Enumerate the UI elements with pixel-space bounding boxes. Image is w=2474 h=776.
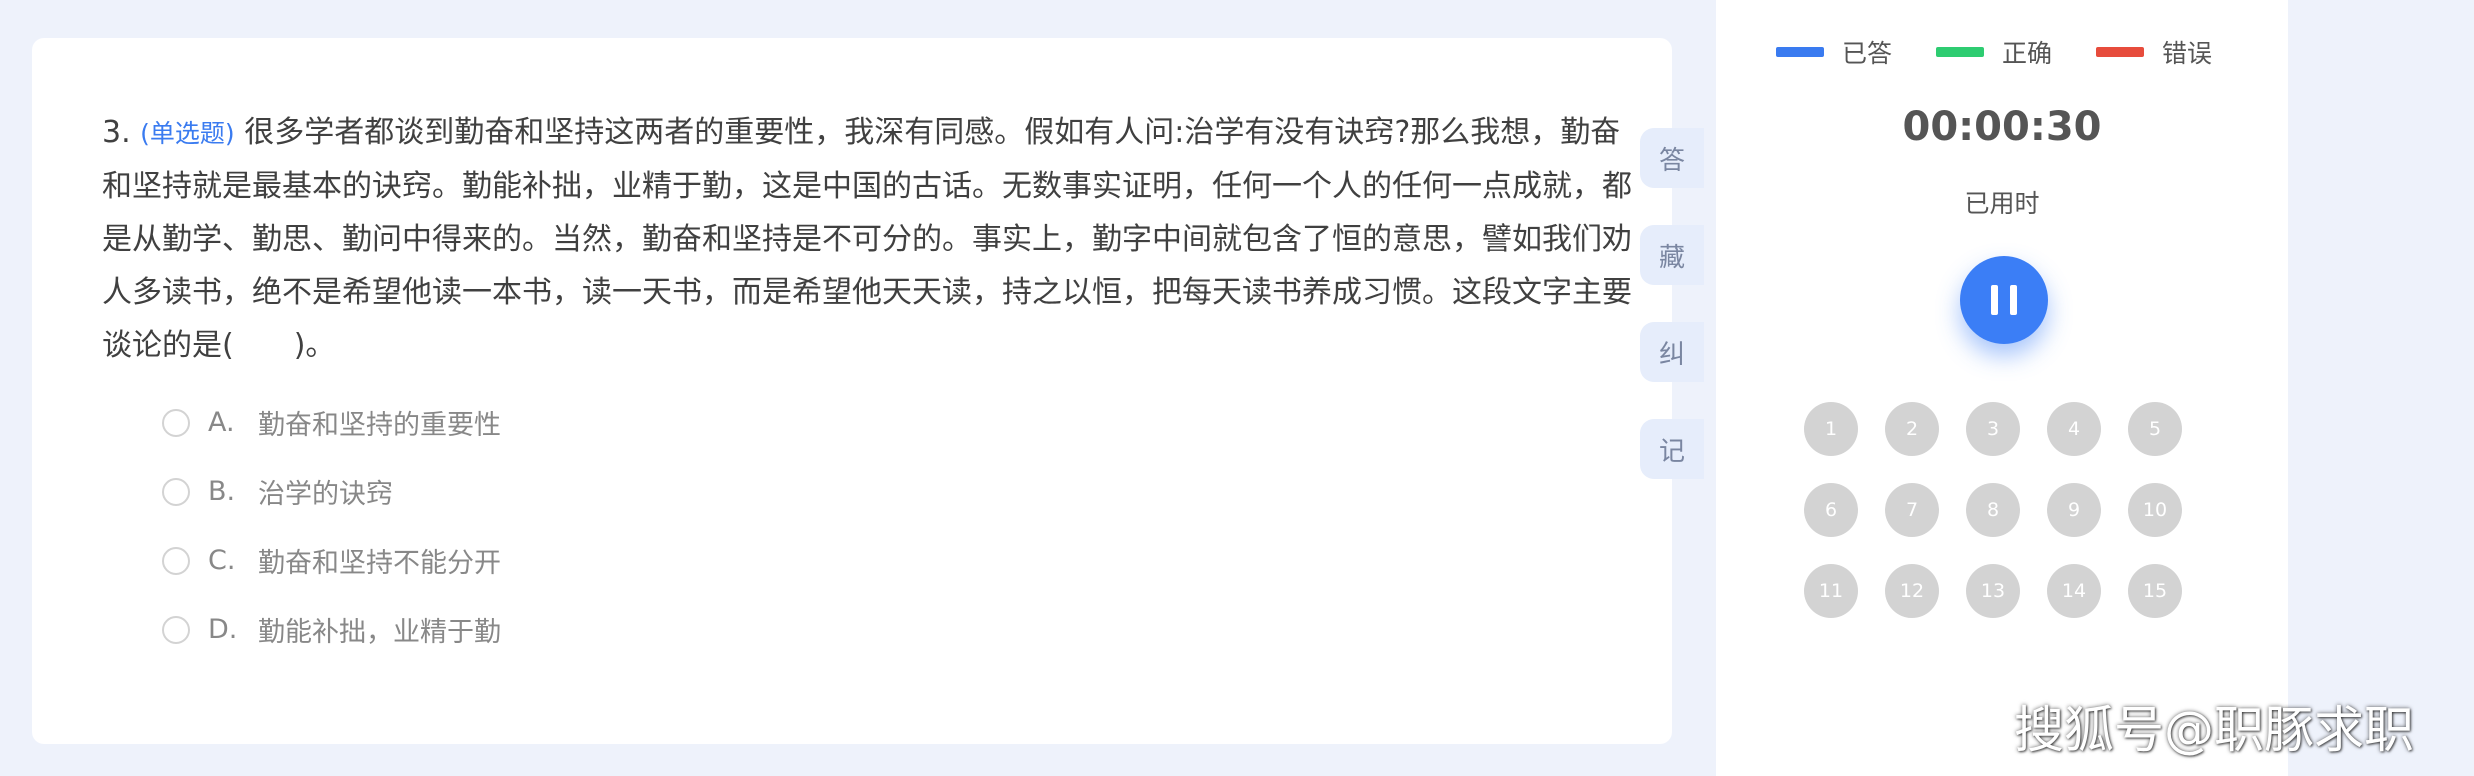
question-number-button[interactable]: 7 — [1885, 483, 1939, 537]
radio-button[interactable] — [162, 408, 190, 437]
question-number-button[interactable]: 6 — [1804, 483, 1858, 537]
question-number-button[interactable]: 13 — [1966, 564, 2020, 618]
pause-icon — [2010, 285, 2017, 315]
option-d[interactable]: D. 勤能补拙，业精于勤 — [162, 595, 501, 664]
timer-label: 已用时 — [1964, 189, 2040, 218]
answer-sheet-panel: 已答 正确 错误 00:00:30 已用时 1 2 3 4 5 6 7 8 9 … — [1716, 0, 2288, 776]
legend-correct: 正确 — [1936, 34, 2052, 70]
option-text: 勤奋和坚持不能分开 — [258, 548, 501, 579]
radio-button[interactable] — [162, 615, 190, 644]
question-number-button[interactable]: 3 — [1966, 402, 2020, 456]
question-number-button[interactable]: 15 — [2128, 564, 2182, 618]
correct-swatch — [1936, 47, 1985, 57]
option-letter: A. — [208, 407, 235, 438]
question-number: 3. — [102, 115, 131, 150]
question-number-button[interactable]: 14 — [2047, 564, 2101, 618]
timer-display: 00:00:30 — [1902, 104, 2102, 150]
question-card: 3. (单选题) 很多学者都谈到勤奋和坚持这两者的重要性，我深有同感。假如有人问… — [32, 38, 1704, 744]
question-number-button[interactable]: 1 — [1804, 402, 1858, 456]
option-text: 勤能补拙，业精于勤 — [258, 617, 501, 648]
notes-tool-button[interactable]: 记 — [1640, 419, 1704, 479]
question-type-label: (单选题) — [140, 119, 235, 148]
legend-label: 错误 — [2162, 39, 2213, 68]
side-tools: 答 藏 纠 记 — [1640, 128, 1704, 516]
legend-wrong: 错误 — [2096, 34, 2212, 70]
option-text: 勤奋和坚持的重要性 — [258, 410, 501, 441]
option-text: 治学的诀窍 — [258, 479, 393, 510]
question-number-button[interactable]: 2 — [1885, 402, 1939, 456]
option-letter: B. — [208, 476, 236, 507]
radio-button[interactable] — [162, 546, 190, 575]
question-number-button[interactable]: 8 — [1966, 483, 2020, 537]
pause-icon — [1991, 285, 1998, 315]
options-list: A. 勤奋和坚持的重要性 B. 治学的诀窍 C. 勤奋和坚持不能分开 D. 勤能… — [162, 388, 501, 664]
answered-swatch — [1776, 47, 1824, 57]
legend: 已答 正确 错误 — [1776, 34, 2212, 70]
question-stem: 3. (单选题) 很多学者都谈到勤奋和坚持这两者的重要性，我深有同感。假如有人问… — [102, 106, 1642, 372]
question-number-button[interactable]: 4 — [2047, 402, 2101, 456]
legend-label: 已答 — [1842, 39, 1893, 68]
option-a[interactable]: A. 勤奋和坚持的重要性 — [162, 388, 501, 457]
wrong-swatch — [2096, 47, 2145, 57]
legend-label: 正确 — [2002, 39, 2053, 68]
option-b[interactable]: B. 治学的诀窍 — [162, 457, 501, 526]
answer-tool-button[interactable]: 答 — [1640, 128, 1704, 188]
question-number-button[interactable]: 9 — [2047, 483, 2101, 537]
watermark: 搜狐号@职豚求职 — [2014, 701, 2414, 759]
question-number-grid: 1 2 3 4 5 6 7 8 9 10 11 12 13 14 15 — [1804, 402, 2204, 618]
question-text: 很多学者都谈到勤奋和坚持这两者的重要性，我深有同感。假如有人问:治学有没有诀窍?… — [102, 115, 1632, 363]
question-number-button[interactable]: 12 — [1885, 564, 1939, 618]
question-number-button[interactable]: 5 — [2128, 402, 2182, 456]
question-number-button[interactable]: 10 — [2128, 483, 2182, 537]
option-letter: D. — [208, 614, 238, 645]
option-letter: C. — [208, 545, 236, 576]
pause-button[interactable] — [1960, 256, 2048, 344]
report-error-tool-button[interactable]: 纠 — [1640, 322, 1704, 382]
legend-answered: 已答 — [1776, 34, 1892, 70]
favorite-tool-button[interactable]: 藏 — [1640, 225, 1704, 285]
option-c[interactable]: C. 勤奋和坚持不能分开 — [162, 526, 501, 595]
question-number-button[interactable]: 11 — [1804, 564, 1858, 618]
radio-button[interactable] — [162, 477, 190, 506]
